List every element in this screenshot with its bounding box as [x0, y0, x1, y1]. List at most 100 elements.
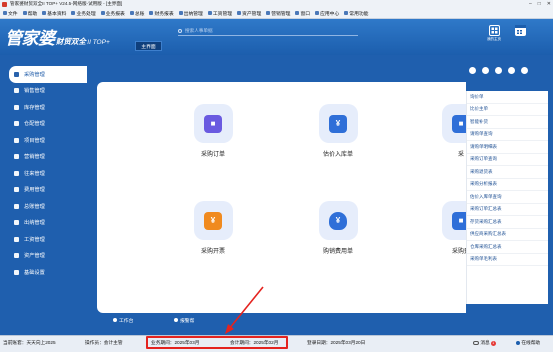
my-homepage-label: 我的主页 [487, 37, 501, 41]
menu-common-functions[interactable]: 常用功能 [344, 10, 368, 17]
warehouse-icon [14, 121, 19, 127]
list-item[interactable]: 供应商采购汇总表 [467, 229, 548, 241]
list-item[interactable]: 采购单毛利表 [467, 254, 548, 266]
menu-financial-reports[interactable]: 财务报表 [149, 10, 174, 17]
tile-purchase-expense-partial[interactable]: ■ 采购费 [426, 201, 466, 255]
list-item[interactable]: 请购单明细表 [467, 141, 548, 154]
sidebar-item-inventory[interactable]: 库存管理 [9, 99, 87, 116]
menu-salary[interactable]: 工资管理 [207, 10, 232, 17]
messages-button[interactable]: 消息 1 [473, 340, 496, 346]
salary-icon [14, 236, 19, 242]
box-icon [14, 104, 19, 110]
sidebar-item-sales[interactable]: 销售管理 [9, 83, 87, 100]
list-item[interactable]: 智能补货 [467, 116, 548, 129]
report-list: 询价单 比价主单 智能补货 请购单查询 请购单明细表 采购订单查询 采购退货表 … [466, 91, 548, 304]
list-item[interactable]: 询价单 [467, 91, 548, 104]
money-bag-icon [14, 187, 19, 193]
basic-data-menu-icon [42, 11, 47, 15]
brand-logo: 管家婆 财贸双全 II TOP+ [5, 29, 110, 49]
list-item[interactable]: 比价主单 [467, 104, 548, 116]
tag-icon[interactable] [508, 67, 515, 74]
sidebar-item-accounts[interactable]: 往来管理 [9, 165, 87, 182]
salary-menu-icon [207, 11, 212, 15]
tile-purchase-sales-expense[interactable]: ¥ 购销费用单 [303, 201, 373, 255]
sidebar-item-warehouse[interactable]: 仓配管理 [9, 116, 87, 133]
money-bag-icon: ¥ [318, 201, 358, 240]
file-menu-icon [3, 11, 7, 15]
tile-estimated-receipt[interactable]: ¥ 估价入库单 [303, 104, 373, 158]
ticket-icon: ¥ [193, 201, 233, 240]
cart-icon [14, 71, 19, 77]
list-item[interactable]: 采购退货表 [467, 166, 548, 179]
menu-app-center[interactable]: 应用中心 [315, 10, 339, 17]
truck-icon[interactable] [495, 67, 502, 74]
search-input[interactable]: 搜索人事单据 [178, 26, 358, 36]
calendar-button[interactable] [515, 25, 526, 37]
sidebar-item-cashier[interactable]: 出纳管理 [9, 215, 87, 232]
list-item[interactable]: 采购订单查询 [467, 154, 548, 166]
tile-purchase-partial[interactable]: ■ 采 [426, 104, 466, 158]
menu-cashier[interactable]: 出纳管理 [178, 10, 203, 17]
my-homepage-button[interactable]: 我的主页 [487, 25, 501, 42]
close-button[interactable]: ✕ [547, 1, 551, 7]
business-menu-icon [71, 11, 76, 15]
search-icon [178, 28, 182, 33]
list-item[interactable]: 采购分析报表 [467, 179, 548, 191]
sidebar-item-purchasing[interactable]: 采购管理 [9, 66, 87, 83]
doc-icon: ■ [441, 201, 466, 240]
financial-menu-icon [149, 11, 154, 15]
menu-assets[interactable]: 资产管理 [237, 10, 261, 17]
sidebar-item-ledger[interactable]: 总账管理 [9, 198, 87, 215]
ledger-icon [14, 203, 19, 209]
menu-marketing[interactable]: 营销管理 [266, 10, 290, 17]
user-help-icon [516, 340, 520, 345]
list-item[interactable]: 请购单查询 [467, 129, 548, 141]
sidebar-item-settings[interactable]: 基础设置 [9, 264, 87, 281]
maximize-button[interactable]: □ [538, 1, 541, 7]
sidebar-item-expenses[interactable]: 费用管理 [9, 182, 87, 199]
yen-house-icon: ¥ [318, 104, 358, 143]
menu-business-reports[interactable]: 业务报表 [100, 10, 125, 17]
list-item[interactable]: 估价入库单查询 [467, 191, 548, 204]
cart-icon[interactable] [521, 67, 528, 74]
tag-icon [14, 154, 19, 160]
chat-icon [473, 340, 479, 345]
sidebar-item-marketing[interactable]: 营销管理 [9, 149, 87, 166]
common-functions-menu-icon [344, 11, 349, 15]
title-bar: 管家婆财贸双全II TOP+ V24.5-网络版-试用版 - [主界面] – □… [0, 0, 553, 8]
tile-purchase-invoice[interactable]: ¥ 采购开票 [178, 201, 248, 255]
tile-purchase-order[interactable]: ■ 采购订单 [178, 104, 248, 158]
app-logo-icon [2, 1, 7, 7]
sidebar-item-project[interactable]: 项目管理 [9, 132, 87, 149]
tab-alerts[interactable]: 报警帮 [174, 316, 194, 324]
tab-workbench[interactable]: 工作台 [113, 316, 133, 324]
assets-menu-icon [237, 11, 242, 15]
user-icon[interactable] [482, 67, 489, 74]
menu-general-ledger[interactable]: 总账 [129, 10, 144, 17]
sidebar-item-salary[interactable]: 工资管理 [9, 231, 87, 248]
sidebar-item-assets[interactable]: 资产管理 [9, 248, 87, 265]
period-highlight-box [146, 336, 288, 349]
doc-icon: ■ [441, 104, 466, 143]
status-operator: 操作员：会计主管 [85, 340, 123, 345]
list-item[interactable]: 存货采购汇总表 [467, 216, 548, 229]
globe-icon[interactable] [469, 67, 476, 74]
menu-file[interactable]: 文件 [3, 10, 18, 17]
list-item[interactable]: 仓库采购汇总表 [467, 241, 548, 254]
right-toolbar [469, 67, 528, 74]
workbench-icon [113, 318, 117, 322]
list-item[interactable]: 采购订单汇总表 [467, 204, 548, 216]
status-current-book: 当前账套：天天向上2025 [3, 340, 56, 345]
menu-basic-data[interactable]: 基本资料 [42, 10, 66, 17]
ledger-menu-icon [129, 11, 134, 15]
online-help-button[interactable]: 在线帮助 [516, 340, 540, 346]
menu-help[interactable]: 帮助 [22, 10, 37, 17]
minimize-button[interactable]: – [529, 1, 532, 7]
status-login-date: 登录日期：2025年03月20日 [307, 340, 366, 345]
menu-business[interactable]: 业务处理 [71, 10, 96, 17]
app-center-menu-icon [315, 11, 320, 15]
home-grid-icon [488, 25, 500, 36]
tab-main[interactable]: 主界面 [135, 41, 162, 51]
menu-window[interactable]: 窗口 [295, 10, 310, 17]
menu-bar: 文件 帮助 基本资料 业务处理 业务报表 总账 财务报表 出纳管理 工资管理 资… [0, 8, 553, 19]
